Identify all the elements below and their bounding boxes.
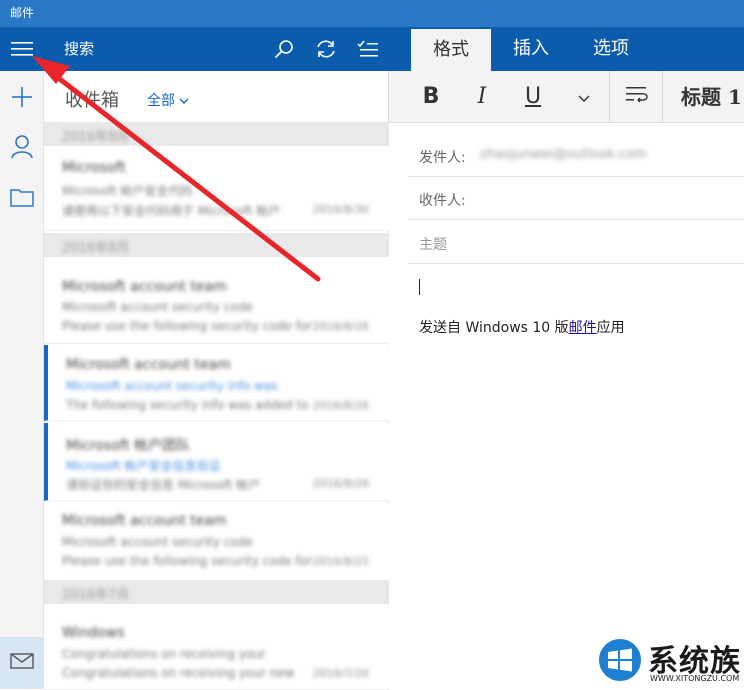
watermark: 系统族 WWW.XITONGZU.COM xyxy=(596,634,744,689)
annotation-arrow xyxy=(32,56,321,282)
watermark-url: WWW.XITONGZU.COM xyxy=(650,674,740,683)
windows-logo-icon xyxy=(597,637,643,683)
